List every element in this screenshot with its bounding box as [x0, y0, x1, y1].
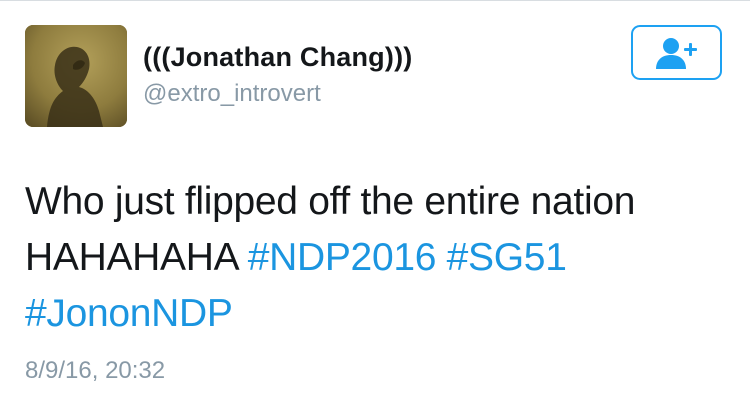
tweet-timestamp[interactable]: 8/9/16, 20:32: [25, 357, 165, 385]
hashtag-sg51[interactable]: #SG51: [447, 236, 567, 279]
tweet-text-line1: Who just flipped off the entire nation: [25, 180, 636, 223]
hashtag-ndp2016[interactable]: #NDP2016: [248, 236, 437, 279]
add-user-icon: [655, 37, 697, 69]
avatar[interactable]: [25, 25, 127, 127]
tweet-text: Who just flipped off the entire nation H…: [25, 174, 725, 342]
hashtag-jononndp[interactable]: #JononNDP: [25, 292, 233, 335]
top-divider: [0, 0, 750, 1]
tweet-text-plain: HAHAHAHA: [25, 236, 238, 279]
follow-button[interactable]: [631, 25, 722, 80]
author-display-name[interactable]: (((Jonathan Chang))): [143, 42, 412, 73]
author-handle[interactable]: @extro_introvert: [143, 80, 321, 108]
profile-photo-icon: [25, 25, 127, 127]
